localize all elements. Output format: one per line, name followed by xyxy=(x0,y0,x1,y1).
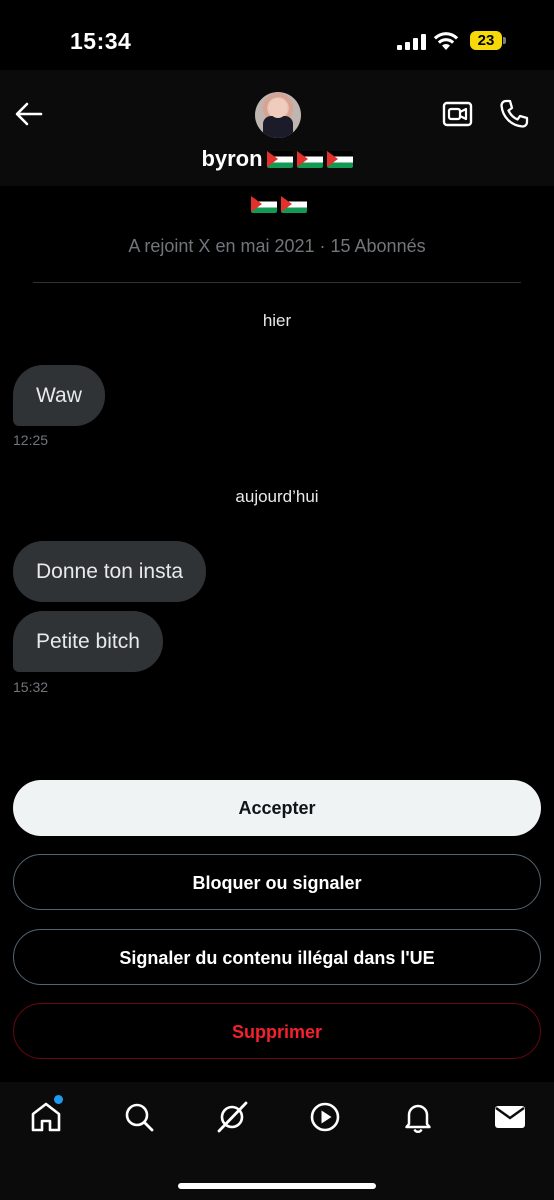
video-icon[interactable] xyxy=(308,1100,342,1134)
message-timestamp: 12:25 xyxy=(13,432,49,448)
video-call-icon[interactable] xyxy=(442,99,474,129)
wifi-icon xyxy=(433,32,459,50)
notification-dot xyxy=(54,1095,63,1104)
cellular-signal-icon xyxy=(397,34,427,50)
battery-indicator: 23 xyxy=(470,31,502,50)
conversation-title[interactable]: byron xyxy=(0,146,554,172)
accept-button[interactable]: Accepter xyxy=(13,780,541,836)
phone-call-icon[interactable] xyxy=(498,98,530,130)
grok-icon[interactable] xyxy=(215,1100,249,1134)
avatar[interactable] xyxy=(255,92,301,138)
palestine-flag-icon xyxy=(251,196,277,213)
back-arrow-icon[interactable] xyxy=(14,100,44,128)
home-indicator xyxy=(178,1183,376,1189)
messages-icon[interactable] xyxy=(493,1100,527,1134)
profile-bio xyxy=(0,196,554,216)
block-or-report-button[interactable]: Bloquer ou signaler xyxy=(13,854,541,910)
search-icon[interactable] xyxy=(122,1100,156,1134)
message-bubble[interactable]: Donne ton insta xyxy=(13,541,207,602)
divider xyxy=(33,282,521,283)
username: byron xyxy=(201,146,263,171)
home-icon[interactable] xyxy=(29,1100,63,1134)
day-separator: hier xyxy=(262,311,292,330)
message-bubble[interactable]: Petite bitch xyxy=(13,611,163,672)
notifications-icon[interactable] xyxy=(401,1100,435,1134)
palestine-flag-icon xyxy=(266,151,293,168)
battery-cap xyxy=(503,37,506,44)
palestine-flag-icon xyxy=(326,151,353,168)
status-time: 15:34 xyxy=(70,28,132,54)
message-bubble[interactable]: Waw xyxy=(13,365,105,426)
delete-button[interactable]: Supprimer xyxy=(13,1003,541,1059)
report-illegal-content-button[interactable]: Signaler du contenu illégal dans l'UE xyxy=(13,929,541,985)
palestine-flag-icon xyxy=(296,151,323,168)
palestine-flag-icon xyxy=(281,196,307,213)
day-separator: aujourd’hui xyxy=(235,487,319,506)
message-timestamp: 15:32 xyxy=(13,679,49,695)
profile-joined-info: A rejoint X en mai 2021 · 15 Abonnés xyxy=(128,236,426,256)
